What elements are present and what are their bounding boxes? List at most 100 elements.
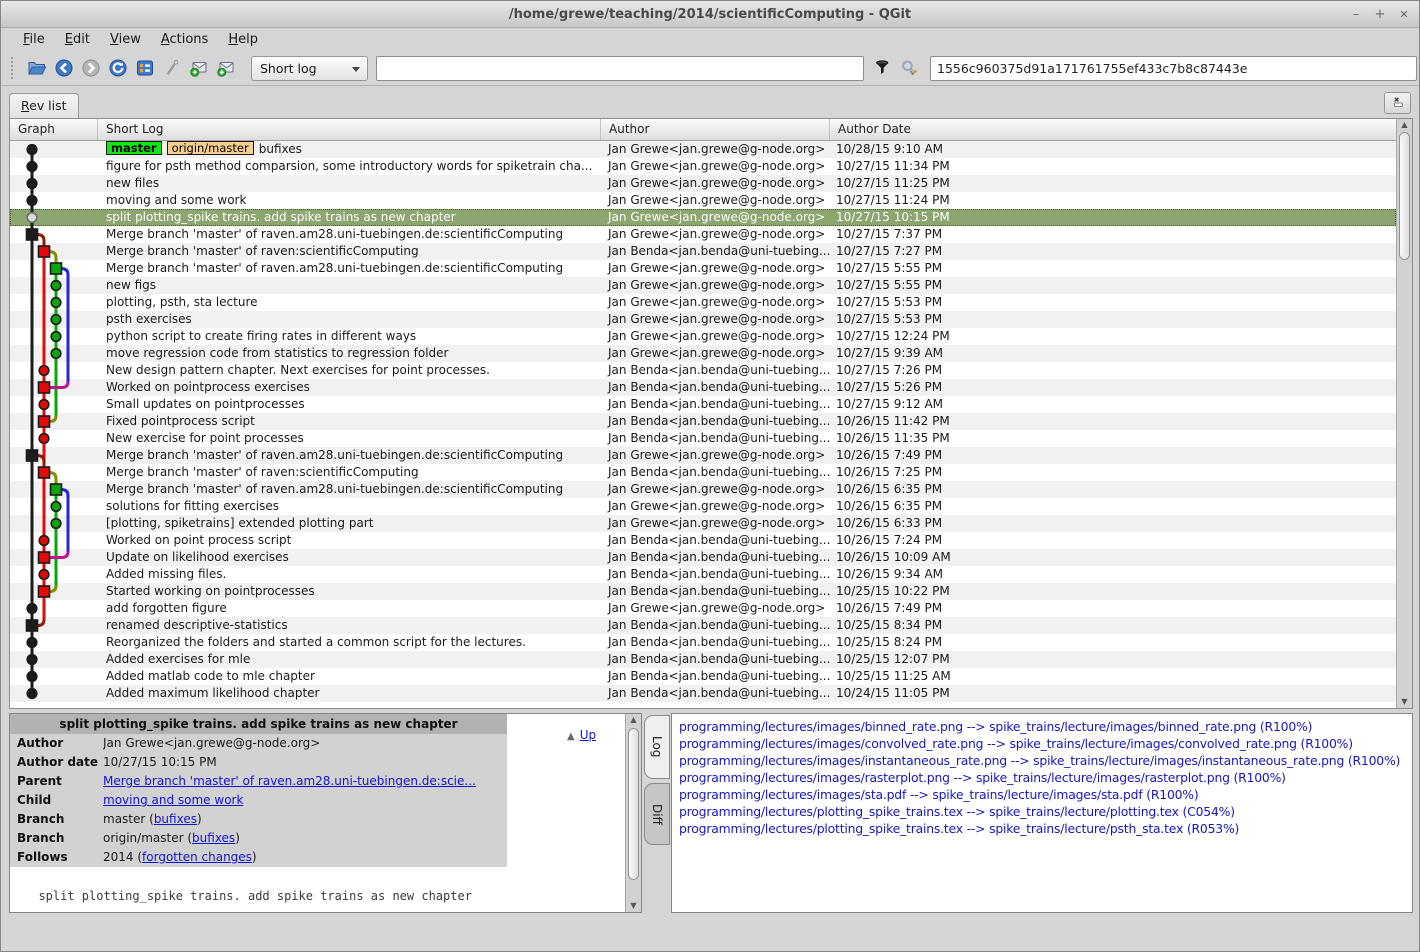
file-line[interactable]: programming/lectures/images/instantaneou… xyxy=(679,752,1412,769)
detail-field-label: Parent xyxy=(10,772,103,791)
view-button[interactable] xyxy=(131,54,158,82)
table-row[interactable]: new figsJan Grewe<jan.grewe@g-node.org>1… xyxy=(10,277,1396,294)
window-title: /home/grewe/teaching/2014/scientificComp… xyxy=(509,7,911,22)
back-button[interactable] xyxy=(50,54,77,82)
table-row[interactable]: Reorganized the folders and started a co… xyxy=(10,634,1396,651)
file-list: programming/lectures/images/binned_rate.… xyxy=(671,713,1413,913)
file-line[interactable]: programming/lectures/plotting_spike_trai… xyxy=(679,820,1412,837)
table-row[interactable]: Added exercises for mleJan Benda<jan.ben… xyxy=(10,651,1396,668)
maximize-icon[interactable] xyxy=(1371,6,1389,24)
file-line[interactable]: programming/lectures/plotting_spike_trai… xyxy=(679,803,1412,820)
scroll-down-icon[interactable] xyxy=(1397,696,1412,708)
table-row[interactable]: New exercise for point processesJan Bend… xyxy=(10,430,1396,447)
menu-actions[interactable]: Actions xyxy=(151,30,219,49)
table-row[interactable]: Merge branch 'master' of raven.am28.uni-… xyxy=(10,226,1396,243)
title-bar: /home/grewe/teaching/2014/scientificComp… xyxy=(1,1,1419,28)
detail-scrollbar[interactable] xyxy=(625,714,641,912)
author-cell: Jan Benda<jan.benda@uni-tuebing... xyxy=(601,464,830,481)
shortlog-cell: Merge branch 'master' of raven:scientifi… xyxy=(98,243,601,260)
table-row[interactable]: Worked on pointprocess exercisesJan Bend… xyxy=(10,379,1396,396)
apply-patch-button[interactable] xyxy=(212,54,239,82)
table-row[interactable]: Merge branch 'master' of raven.am28.uni-… xyxy=(10,481,1396,498)
table-row[interactable]: Update on likelihood exercisesJan Benda<… xyxy=(10,549,1396,566)
table-row[interactable]: add forgotten figureJan Grewe<jan.grewe@… xyxy=(10,600,1396,617)
table-row[interactable]: move regression code from statistics to … xyxy=(10,345,1396,362)
table-row[interactable]: solutions for fitting exercisesJan Grewe… xyxy=(10,498,1396,515)
table-row[interactable]: new filesJan Grewe<jan.grewe@g-node.org>… xyxy=(10,175,1396,192)
column-header-author[interactable]: Author xyxy=(601,119,830,140)
table-row[interactable]: Added maximum likelihood chapterJan Bend… xyxy=(10,685,1396,702)
detail-link[interactable]: bufixes xyxy=(192,831,235,845)
file-line[interactable]: programming/lectures/images/binned_rate.… xyxy=(679,718,1412,735)
date-cell: 10/25/15 12:07 PM xyxy=(830,651,1396,668)
table-row[interactable]: Fixed pointprocess scriptJan Benda<jan.b… xyxy=(10,413,1396,430)
close-icon[interactable] xyxy=(1395,6,1413,24)
rev-list-settings-button[interactable] xyxy=(1384,92,1411,114)
detail-link[interactable]: forgotten changes xyxy=(142,850,252,864)
scroll-down-icon[interactable] xyxy=(626,900,641,912)
wand-button[interactable] xyxy=(158,54,185,82)
menu-file[interactable]: File xyxy=(13,30,55,49)
filter-button[interactable] xyxy=(868,54,895,82)
revlist-scrollbar[interactable] xyxy=(1396,119,1412,708)
table-row[interactable]: [plotting, spiketrains] extended plottin… xyxy=(10,515,1396,532)
table-row[interactable]: Added missing files.Jan Benda<jan.benda@… xyxy=(10,566,1396,583)
scroll-up-icon[interactable] xyxy=(626,714,641,726)
detail-field-value: moving and some work xyxy=(103,791,243,810)
highlight-search-button[interactable] xyxy=(895,54,922,82)
up-button[interactable]: Up xyxy=(567,728,596,742)
table-row[interactable]: Started working on pointprocessesJan Ben… xyxy=(10,583,1396,600)
column-header-short-log[interactable]: Short Log xyxy=(98,119,601,140)
branch-badge[interactable]: origin/master xyxy=(167,141,254,155)
table-row[interactable]: Merge branch 'master' of raven:scientifi… xyxy=(10,243,1396,260)
detail-link[interactable]: moving and some work xyxy=(103,793,243,807)
menu-help[interactable]: Help xyxy=(218,30,268,49)
tab-diff[interactable]: Diff xyxy=(644,783,670,845)
forward-button[interactable] xyxy=(77,54,104,82)
branch-badge[interactable]: master xyxy=(106,141,162,155)
table-row[interactable]: split plotting_spike trains. add spike t… xyxy=(10,209,1396,226)
file-line[interactable]: programming/lectures/images/convolved_ra… xyxy=(679,735,1412,752)
shortlog-text: renamed descriptive-statistics xyxy=(106,618,288,632)
view-mode-select[interactable]: Short log xyxy=(251,56,368,81)
table-row[interactable]: plotting, psth, sta lectureJan Grewe<jan… xyxy=(10,294,1396,311)
table-row[interactable]: renamed descriptive-statisticsJan Benda<… xyxy=(10,617,1396,634)
scrollbar-thumb[interactable] xyxy=(628,728,639,880)
menu-view[interactable]: View xyxy=(100,30,151,49)
wand-icon xyxy=(162,58,182,78)
column-header-author-date[interactable]: Author Date xyxy=(830,119,1396,140)
scroll-up-icon[interactable] xyxy=(1397,119,1412,131)
date-cell: 10/26/15 7:49 PM xyxy=(830,600,1396,617)
open-repo-button[interactable] xyxy=(23,54,50,82)
sha-input[interactable] xyxy=(930,56,1417,81)
table-row[interactable]: Added matlab code to mle chapterJan Bend… xyxy=(10,668,1396,685)
detail-link[interactable]: bufixes xyxy=(154,812,197,826)
table-row[interactable]: moving and some workJan Grewe<jan.grewe@… xyxy=(10,192,1396,209)
table-row[interactable]: figure for psth method comparsion, some … xyxy=(10,158,1396,175)
date-cell: 10/27/15 12:24 PM xyxy=(830,328,1396,345)
table-row[interactable]: python script to create firing rates in … xyxy=(10,328,1396,345)
file-line[interactable]: programming/lectures/images/sta.pdf --> … xyxy=(679,786,1412,803)
reload-button[interactable] xyxy=(104,54,131,82)
save-patch-button[interactable] xyxy=(185,54,212,82)
table-row[interactable]: Merge branch 'master' of raven:scientifi… xyxy=(10,464,1396,481)
table-row[interactable]: masterorigin/masterbufixesJan Grewe<jan.… xyxy=(10,141,1396,158)
detail-link[interactable]: Merge branch 'master' of raven.am28.uni-… xyxy=(103,774,476,788)
table-row[interactable]: psth exercisesJan Grewe<jan.grewe@g-node… xyxy=(10,311,1396,328)
table-row[interactable]: New design pattern chapter. Next exercis… xyxy=(10,362,1396,379)
menu-edit[interactable]: Edit xyxy=(55,30,100,49)
table-row[interactable]: Small updates on pointprocessesJan Benda… xyxy=(10,396,1396,413)
toolbar-grip[interactable] xyxy=(11,57,15,79)
table-row[interactable]: Merge branch 'master' of raven.am28.uni-… xyxy=(10,260,1396,277)
tab-rev-list[interactable]: Rev list xyxy=(9,93,79,118)
minimize-icon[interactable] xyxy=(1347,6,1365,24)
table-row[interactable]: Worked on point process scriptJan Benda<… xyxy=(10,532,1396,549)
up-label[interactable]: Up xyxy=(580,728,596,742)
filter-input[interactable] xyxy=(376,56,864,81)
file-line[interactable]: programming/lectures/images/rasterplot.p… xyxy=(679,769,1412,786)
scrollbar-thumb[interactable] xyxy=(1399,132,1410,260)
tab-log[interactable]: Log xyxy=(644,715,670,779)
column-header-graph[interactable]: Graph xyxy=(10,119,98,140)
table-row[interactable]: Merge branch 'master' of raven.am28.uni-… xyxy=(10,447,1396,464)
shortlog-text: Merge branch 'master' of raven.am28.uni-… xyxy=(106,227,563,241)
